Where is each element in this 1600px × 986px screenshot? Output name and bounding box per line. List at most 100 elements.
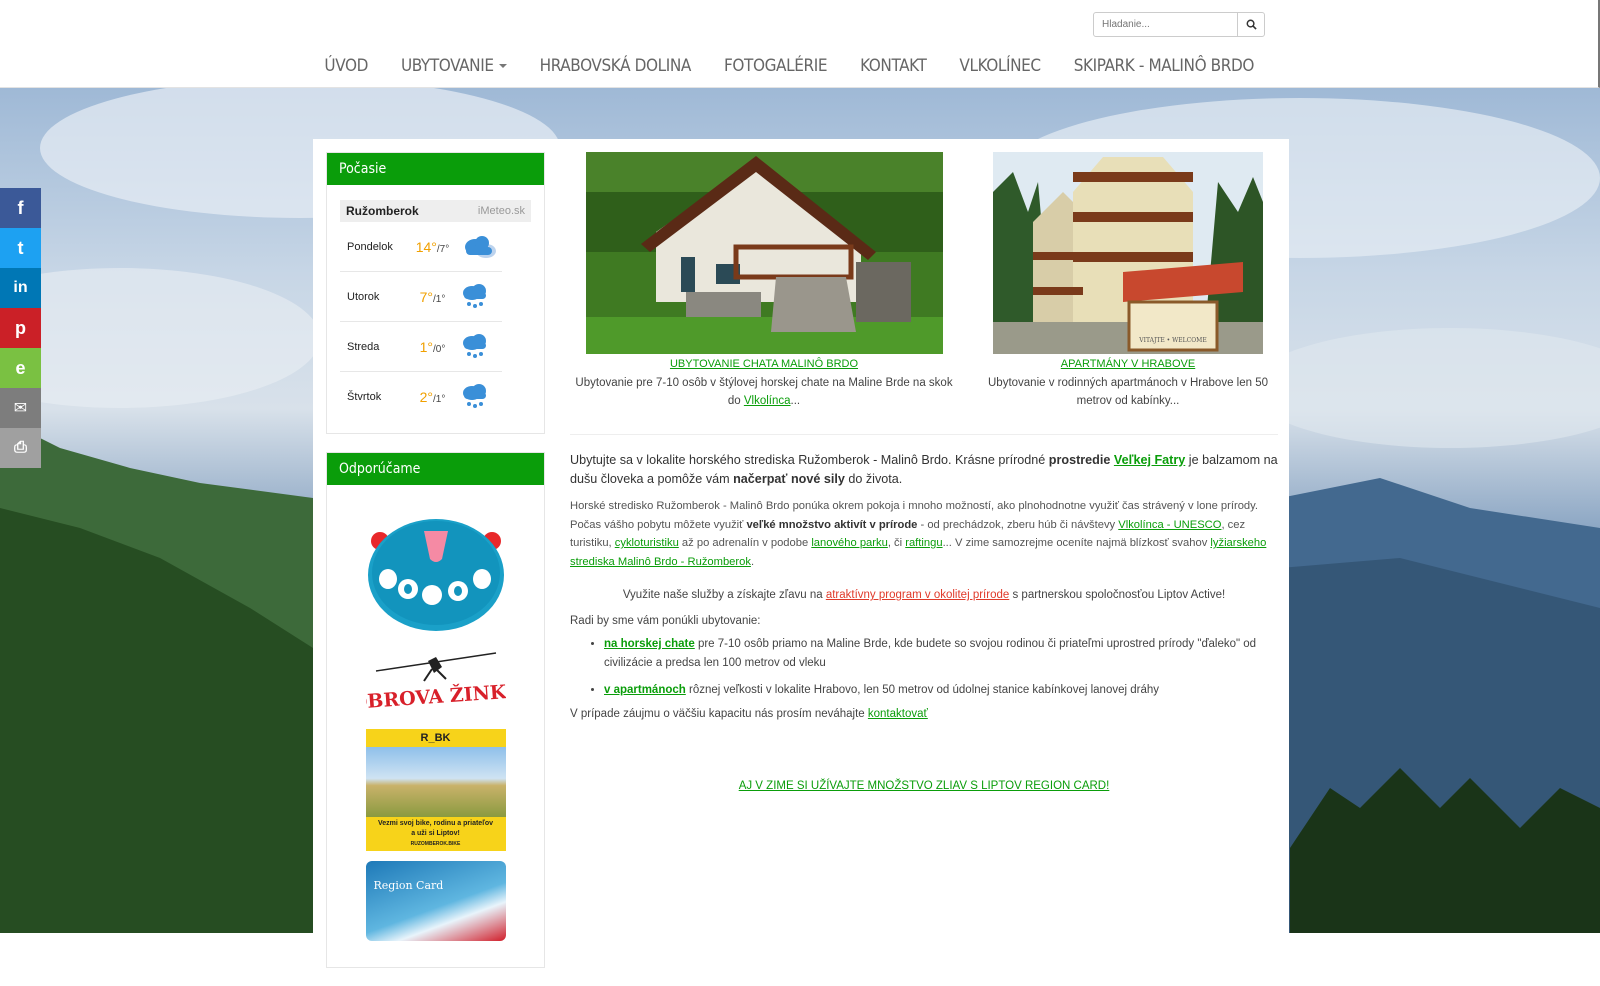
intro-text-3: do života.	[844, 472, 903, 486]
obrova-zinka-banner[interactable]: OBROVA ŽINKA	[366, 643, 506, 719]
bike-banner-title: R_BK	[420, 732, 451, 744]
bike-banner-photo	[365, 747, 506, 817]
offer-list: na horskej chate pre 7-10 osôb priamo na…	[570, 635, 1278, 700]
promo-text-1: Využite naše služby a získajte zľavu na	[622, 589, 826, 601]
search-box	[1093, 12, 1265, 37]
region-card-note: AJ V ZIME SI UŽÍVAJTE MNOŽSTVO ZLIAV S L…	[570, 780, 1278, 792]
chata-description: Ubytovanie pre 7-10 osôb v štýlovej hors…	[570, 374, 958, 410]
evernote-icon[interactable]: e	[0, 348, 41, 388]
weather-city: Ružomberok	[346, 204, 419, 218]
content-container: Počasie Ružomberok iMeteo.sk Pondelok 14…	[313, 139, 1289, 968]
vlkolinec-unesco-link[interactable]: Vlkolínca - UNESCO	[1118, 519, 1221, 531]
weather-row: Streda 1°/0°	[340, 322, 502, 372]
chata-description-ellipsis: ...	[790, 395, 801, 407]
welcome-sign-text: VITAJTE • WELCOME	[1138, 337, 1206, 344]
nav-item-skipark[interactable]: SKIPARK - MALINÔ BRDO	[1057, 52, 1270, 84]
apartmany-description: Ubytovanie v rodinných apartmánoch v Hra…	[988, 377, 1268, 407]
linkedin-icon[interactable]: in	[0, 268, 41, 308]
contact-line: V prípade záujmu o väčšiu kapacitu nás p…	[570, 708, 1278, 720]
cloudy-icon	[465, 235, 496, 258]
rafting-link[interactable]: raftingu	[905, 537, 942, 549]
nav-item-uvod[interactable]: ÚVOD	[307, 52, 384, 84]
weather-row: Utorok 7°/1°	[340, 272, 502, 322]
search-button[interactable]	[1237, 13, 1264, 36]
rain-icon	[463, 383, 486, 408]
list-item: v apartmánoch rôznej veľkosti v lokalite…	[604, 681, 1278, 700]
activities-bold: veľké množstvo aktivít v prírode	[746, 518, 918, 531]
intro-text-1: Ubytujte sa v lokalite horského stredisk…	[570, 453, 1049, 467]
nav-item-ubytovanie[interactable]: UBYTOVANIE	[384, 52, 523, 84]
apartmany-photo[interactable]: VITAJTE • WELCOME	[993, 152, 1263, 354]
region-card-banner[interactable]: Region Card	[365, 861, 506, 941]
email-icon[interactable]: ✉	[0, 388, 41, 428]
promo-line: Využite naše služby a získajte zľavu na …	[570, 589, 1278, 601]
bike-banner[interactable]: R_BK Vezmi svoj bike, rodinu a priateľov…	[365, 729, 506, 851]
liptov-active-link[interactable]: atraktívny program v okolitej prírode	[826, 589, 1009, 601]
bike-banner-site: RUZOMBEROK.BIKE	[410, 841, 461, 847]
weather-high: 2°	[419, 388, 434, 405]
facebook-icon[interactable]: f	[0, 188, 41, 228]
site-header: ÚVOD UBYTOVANIE HRABOVSKÁ DOLINA FOTOGAL…	[0, 0, 1600, 88]
weather-day: Streda	[347, 340, 380, 353]
vlkolinec-link[interactable]: Vlkolínca	[744, 395, 791, 407]
promo-text-2: s partnerskou spoločnosťou Liptov Active…	[1009, 589, 1226, 601]
teaser-chata: UBYTOVANIE CHATA MALINÔ BRDO Ubytovanie …	[570, 152, 958, 410]
offer-item-text: rôznej veľkosti v lokalite Hrabovo, len …	[685, 684, 1160, 696]
weather-high: 14°	[415, 238, 437, 255]
teaser-apartmany: VITAJTE • WELCOME APARTMÁNY V HRABOVE Ub…	[978, 152, 1278, 410]
weather-day: Pondelok	[347, 240, 393, 253]
monster-logo-banner[interactable]	[366, 515, 506, 633]
weather-low: /7°	[436, 243, 450, 255]
activities-text-4: až po adrenalín v podobe	[678, 537, 812, 549]
cykloturistika-link[interactable]: cykloturistiku	[615, 537, 679, 549]
share-bar: f t in p e ✉ ⎙	[0, 188, 41, 468]
rain-icon	[463, 333, 486, 358]
apartmany-link[interactable]: v apartmánoch	[604, 684, 686, 696]
twitter-icon[interactable]: t	[0, 228, 41, 268]
search-input[interactable]	[1094, 13, 1237, 36]
region-card-link[interactable]: AJ V ZIME SI UŽÍVAJTE MNOŽSTVO ZLIAV S L…	[739, 780, 1110, 792]
chata-caption-link[interactable]: UBYTOVANIE CHATA MALINÔ BRDO	[570, 358, 958, 370]
nav-item-fotogalerie[interactable]: FOTOGALÉRIE	[707, 52, 843, 84]
weather-source-link[interactable]: iMeteo.sk	[478, 205, 525, 217]
pinterest-icon[interactable]: p	[0, 308, 41, 348]
weather-low: /1°	[433, 393, 446, 405]
main-content: UBYTOVANIE CHATA MALINÔ BRDO Ubytovanie …	[570, 152, 1278, 792]
offer-item-text: pre 7-10 osôb priamo na Maline Brde, kde…	[604, 638, 1257, 669]
nav-item-kontakt[interactable]: KONTAKT	[843, 52, 942, 84]
weather-day: Utorok	[347, 290, 380, 303]
region-card-title: Region Card	[373, 879, 444, 892]
intro-paragraph: Ubytujte sa v lokalite horského stredisk…	[570, 451, 1278, 489]
weather-row: Pondelok 14°/7°	[340, 222, 502, 272]
activities-text-6: ... V zime samozrejme oceníte najmä blíz…	[942, 537, 1211, 549]
weather-low: /1°	[433, 293, 446, 305]
intro-bold-1: prostredie	[1048, 453, 1111, 467]
nav-item-hrabovska-dolina[interactable]: HRABOVSKÁ DOLINA	[523, 52, 707, 84]
horska-chata-link[interactable]: na horskej chate	[604, 638, 695, 650]
weather-low: /0°	[433, 343, 446, 355]
print-icon[interactable]: ⎙	[0, 428, 41, 468]
obrova-zinka-text: OBROVA ŽINKA	[366, 679, 506, 714]
recommend-title: Odporúčame	[327, 453, 544, 485]
activities-text-7: .	[750, 555, 755, 568]
weather-row: Štvrtok 2°/1°	[340, 372, 502, 421]
weather-header: Ružomberok iMeteo.sk	[340, 200, 531, 222]
sidebar: Počasie Ružomberok iMeteo.sk Pondelok 14…	[326, 152, 545, 986]
search-icon	[1246, 19, 1257, 30]
list-item: na horskej chate pre 7-10 osôb priamo na…	[604, 635, 1278, 673]
velka-fatra-link[interactable]: Veľkej Fatry	[1114, 453, 1185, 467]
apartmany-caption-link[interactable]: APARTMÁNY V HRABOVE	[978, 358, 1278, 370]
weather-widget: Počasie Ružomberok iMeteo.sk Pondelok 14…	[326, 152, 545, 434]
recommend-widget: Odporúčame OBROVA ŽINKA R_BK Vezmi svoj …	[326, 452, 545, 968]
nav-item-ubytovanie-label: UBYTOVANIE	[400, 56, 494, 76]
rain-icon	[463, 283, 486, 308]
bike-banner-line1: Vezmi svoj bike, rodinu a priateľov	[377, 820, 494, 827]
bike-banner-line2: a uži si Liptov!	[411, 830, 460, 837]
offer-intro: Radi by sme vám ponúkli ubytovanie:	[570, 615, 761, 627]
lanovy-park-link[interactable]: lanového parku	[811, 537, 888, 549]
kontaktovat-link[interactable]: kontaktovať	[868, 708, 928, 720]
nav-item-vlkolinec[interactable]: VLKOLÍNEC	[942, 52, 1056, 84]
teasers: UBYTOVANIE CHATA MALINÔ BRDO Ubytovanie …	[570, 152, 1278, 435]
chata-photo[interactable]	[585, 152, 943, 354]
weather-high: 1°	[419, 338, 434, 355]
